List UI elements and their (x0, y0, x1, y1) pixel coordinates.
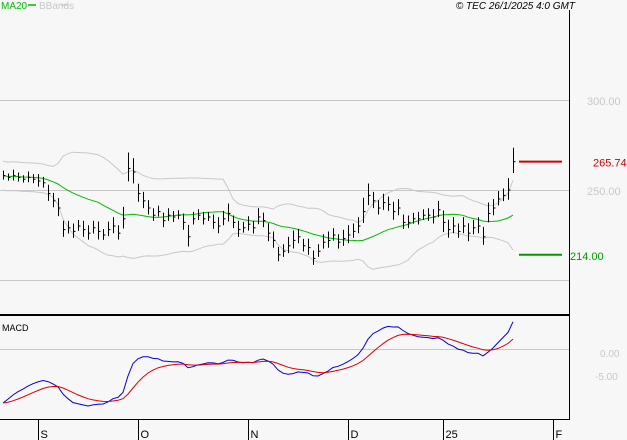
macd-tick-label: -5.00 (595, 372, 618, 383)
x-tick-label: N (251, 429, 259, 440)
x-tick-label: D (351, 429, 359, 440)
bband-lower (2, 189, 514, 270)
x-tick-label: F (556, 429, 563, 440)
macd-title: MACD (2, 323, 29, 333)
legend-ma20: MA20 (1, 1, 28, 12)
price-tick-label: 300.00 (587, 96, 621, 108)
stock-chart: MA20 BBands © TEC 26/1/2025 4:0 GMT 265.… (0, 1, 627, 440)
x-tick-label: O (141, 429, 150, 440)
macd-line (2, 321, 514, 407)
macd-signal-line (2, 333, 514, 404)
level-label: 214.00 (570, 251, 604, 263)
legend-bbands: BBands (39, 1, 74, 12)
copyright: © TEC 26/1/2025 4:0 GMT (456, 1, 576, 12)
level-label: 265.74 (593, 158, 627, 170)
price-tick-label: 250.00 (587, 186, 621, 198)
macd-tick-label: 0.00 (600, 349, 620, 360)
x-tick-label: S (41, 429, 48, 440)
x-tick-label: 25 (446, 429, 458, 440)
